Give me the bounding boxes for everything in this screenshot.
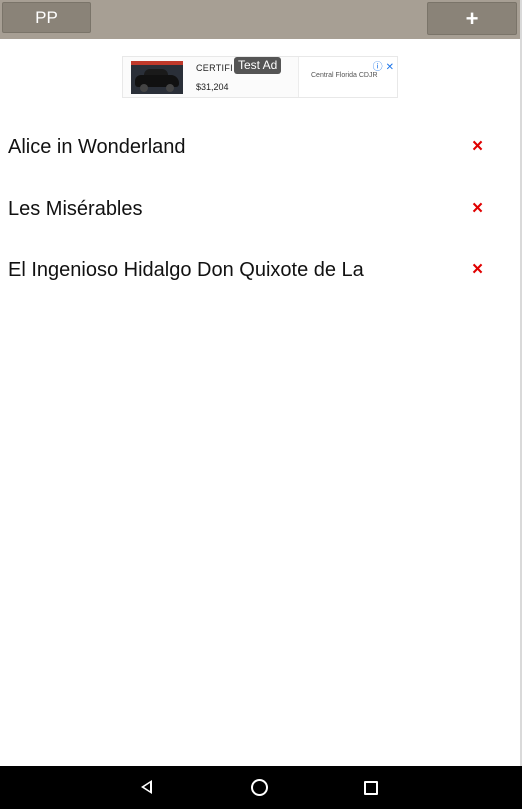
system-nav-bar <box>0 766 522 809</box>
book-title[interactable]: Les Misérables <box>8 198 143 221</box>
test-ad-badge: Test Ad <box>234 57 282 74</box>
add-book-button[interactable]: + <box>427 2 517 35</box>
book-list: Alice in Wonderland × Les Misérables × E… <box>0 117 520 302</box>
list-item[interactable]: El Ingenioso Hidalgo Don Quixote de La × <box>0 240 520 302</box>
ad-price: $31,204 <box>196 82 229 92</box>
ad-choices-icon[interactable]: ⓘ ✕ <box>373 58 394 73</box>
back-icon-inner <box>144 783 150 791</box>
delete-icon[interactable]: × <box>472 136 483 158</box>
book-title[interactable]: El Ingenioso Hidalgo Don Quixote de La <box>8 259 364 282</box>
delete-icon[interactable]: × <box>472 259 483 281</box>
pp-button[interactable]: PP <box>2 2 91 33</box>
recent-apps-icon[interactable] <box>364 781 378 795</box>
ad-close-icon[interactable]: ✕ <box>386 62 394 73</box>
ad-headline: CERTIFI <box>196 63 233 73</box>
ad-car-image <box>131 61 183 94</box>
home-icon[interactable] <box>251 779 268 796</box>
list-item[interactable]: Les Misérables × <box>0 179 520 241</box>
top-toolbar: PP + <box>0 0 520 39</box>
book-title[interactable]: Alice in Wonderland <box>8 136 186 159</box>
list-item[interactable]: Alice in Wonderland × <box>0 117 520 179</box>
delete-icon[interactable]: × <box>472 198 483 220</box>
ad-advertiser: Central Florida CDJR <box>311 72 378 79</box>
